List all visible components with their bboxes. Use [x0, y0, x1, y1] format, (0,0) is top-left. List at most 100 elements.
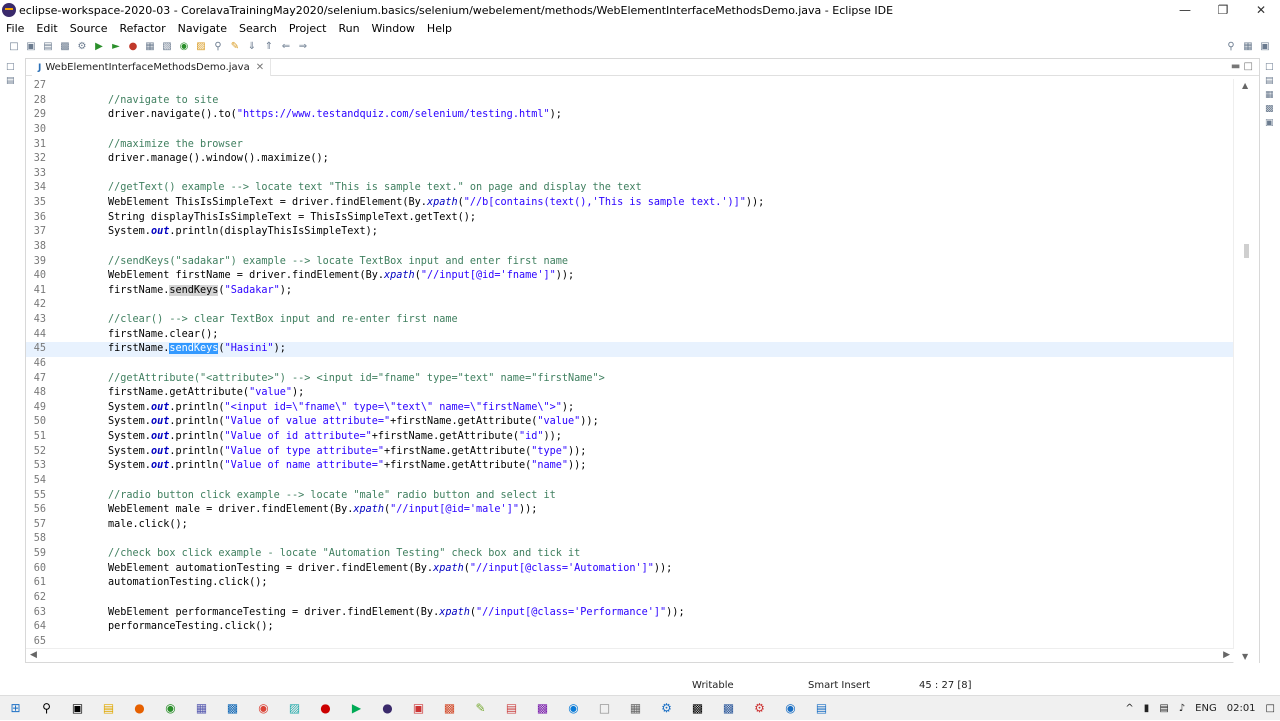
app-icon[interactable]: ▤ — [496, 696, 527, 721]
forward-icon[interactable]: ⇒ — [295, 39, 311, 53]
app-icon[interactable]: ⚙ — [651, 696, 682, 721]
menu-source[interactable]: Source — [64, 22, 114, 35]
clock[interactable]: 02:01 — [1227, 703, 1256, 714]
word-icon[interactable]: ▩ — [713, 696, 744, 721]
code-line[interactable]: 33 — [26, 167, 1234, 182]
print-icon[interactable]: ▩ — [57, 39, 73, 53]
editor-min-max-controls[interactable]: ▬ □ — [1231, 61, 1253, 72]
console-icon[interactable]: ▩ — [1265, 104, 1277, 114]
code-line[interactable]: 64 performanceTesting.click(); — [26, 620, 1234, 635]
code-line[interactable]: 51 System.out.println("Value of id attrib… — [26, 430, 1234, 445]
app-icon[interactable]: ▣ — [403, 696, 434, 721]
search-taskbar-icon[interactable]: ⚲ — [31, 696, 62, 721]
restore-right-icon[interactable]: □ — [1265, 62, 1277, 72]
code-area[interactable]: 27 28 //navigate to site 29 driver.navigate(… — [26, 79, 1234, 663]
tray-expand-icon[interactable]: ^ — [1125, 703, 1133, 714]
start-icon[interactable]: ⊞ — [0, 696, 31, 721]
app-icon[interactable]: ▩ — [682, 696, 713, 721]
onenote-icon[interactable]: ▩ — [527, 696, 558, 721]
menu-edit[interactable]: Edit — [30, 22, 63, 35]
code-line[interactable]: 53 System.out.println("Value of name attr… — [26, 459, 1234, 474]
new-class-icon[interactable]: ◉ — [176, 39, 192, 53]
outlook-icon[interactable]: ▩ — [217, 696, 248, 721]
open-perspective-icon[interactable]: ▦ — [1240, 39, 1256, 53]
new-package-icon[interactable]: ▧ — [159, 39, 175, 53]
scroll-left-icon[interactable]: ◀ — [30, 650, 37, 660]
package-explorer-icon[interactable]: ▤ — [6, 76, 18, 86]
code-line[interactable]: 54 — [26, 474, 1234, 489]
search-icon[interactable]: ⚲ — [1223, 39, 1239, 53]
code-line[interactable]: 27 — [26, 79, 1234, 94]
back-icon[interactable]: ⇐ — [278, 39, 294, 53]
code-line[interactable]: 46 — [26, 357, 1234, 372]
powerpoint-icon[interactable]: ▩ — [434, 696, 465, 721]
scroll-thumb[interactable] — [1244, 244, 1249, 258]
code-line[interactable]: 45 firstName.sendKeys("Hasini"); — [26, 342, 1234, 357]
close-button[interactable]: ✕ — [1242, 0, 1280, 20]
code-line[interactable]: 37 System.out.println(displayThisIsSimple… — [26, 225, 1234, 240]
menu-run[interactable]: Run — [332, 22, 365, 35]
close-tab-icon[interactable]: ✕ — [256, 62, 264, 73]
menu-window[interactable]: Window — [366, 22, 421, 35]
firefox-icon[interactable]: ● — [124, 696, 155, 721]
code-line[interactable]: 56 WebElement male = driver.findElement(B… — [26, 503, 1234, 518]
app-icon[interactable]: ▶ — [341, 696, 372, 721]
save-all-icon[interactable]: ▤ — [40, 39, 56, 53]
code-line[interactable]: 48 firstName.getAttribute("value"); — [26, 386, 1234, 401]
scroll-up-icon[interactable]: ▲ — [1242, 81, 1248, 90]
next-annotation-icon[interactable]: ⇓ — [244, 39, 260, 53]
notification-icon[interactable]: □ — [1266, 703, 1275, 714]
editor-tab[interactable]: J WebElementInterfaceMethodsDemo.java ✕ — [32, 59, 272, 76]
teams-icon[interactable]: ▦ — [186, 696, 217, 721]
outline-icon[interactable]: ▤ — [1265, 76, 1277, 86]
external-tools-icon[interactable]: ● — [125, 39, 141, 53]
problems-icon[interactable]: ▣ — [1265, 118, 1277, 128]
app-icon[interactable]: ▨ — [279, 696, 310, 721]
menu-project[interactable]: Project — [283, 22, 333, 35]
battery-icon[interactable]: ▮ — [1144, 703, 1150, 714]
scroll-down-icon[interactable]: ▼ — [1242, 652, 1248, 661]
code-line[interactable]: 31 //maximize the browser — [26, 138, 1234, 153]
code-line[interactable]: 42 — [26, 298, 1234, 313]
code-line[interactable]: 41 firstName.sendKeys("Sadakar"); — [26, 284, 1234, 299]
maximize-button[interactable]: ❐ — [1204, 0, 1242, 20]
volume-icon[interactable]: ♪ — [1179, 703, 1185, 714]
code-line[interactable]: 38 — [26, 240, 1234, 255]
code-line[interactable]: 60 WebElement automationTesting = driver.… — [26, 562, 1234, 577]
task-view-icon[interactable]: ▣ — [62, 696, 93, 721]
code-line[interactable]: 50 System.out.println("Value of value att… — [26, 415, 1234, 430]
new-icon[interactable]: □ — [6, 39, 22, 53]
menu-file[interactable]: File — [0, 22, 30, 35]
restore-icon[interactable]: □ — [6, 62, 18, 72]
code-line[interactable]: 55 //radio button click example --> locat… — [26, 489, 1234, 504]
menu-search[interactable]: Search — [233, 22, 283, 35]
code-line[interactable]: 43 //clear() --> clear TextBox input and … — [26, 313, 1234, 328]
minimize-button[interactable]: — — [1166, 0, 1204, 20]
code-line[interactable]: 29 driver.navigate().to("https://www.test… — [26, 108, 1234, 123]
edge-icon[interactable]: ◉ — [558, 696, 589, 721]
code-line[interactable]: 61 automationTesting.click(); — [26, 576, 1234, 591]
app-icon[interactable]: ✎ — [465, 696, 496, 721]
app-icon[interactable]: ◉ — [775, 696, 806, 721]
code-line[interactable]: 40 WebElement firstName = driver.findElem… — [26, 269, 1234, 284]
vertical-scrollbar[interactable]: ▲ ▼ — [1233, 79, 1259, 663]
app-icon[interactable]: ▤ — [806, 696, 837, 721]
file-explorer-icon[interactable]: ▤ — [93, 696, 124, 721]
code-line[interactable]: 63 WebElement performanceTesting = driver… — [26, 606, 1234, 621]
app-icon[interactable]: ● — [310, 696, 341, 721]
save-icon[interactable]: ▣ — [23, 39, 39, 53]
app-icon[interactable]: ◉ — [155, 696, 186, 721]
language-indicator[interactable]: ENG — [1195, 703, 1217, 714]
app-icon[interactable]: □ — [589, 696, 620, 721]
code-line[interactable]: 59 //check box click example - locate "Au… — [26, 547, 1234, 562]
chrome-icon[interactable]: ◉ — [248, 696, 279, 721]
menu-help[interactable]: Help — [421, 22, 458, 35]
prev-annotation-icon[interactable]: ⇑ — [261, 39, 277, 53]
debug-icon[interactable]: ⚙ — [74, 39, 90, 53]
eclipse-taskbar-icon[interactable]: ● — [372, 696, 403, 721]
new-java-project-icon[interactable]: ▦ — [142, 39, 158, 53]
code-line[interactable]: 49 System.out.println("<input id=\"fname\… — [26, 401, 1234, 416]
java-perspective-icon[interactable]: ▣ — [1257, 39, 1273, 53]
menu-navigate[interactable]: Navigate — [172, 22, 233, 35]
network-icon[interactable]: ▤ — [1159, 703, 1168, 714]
